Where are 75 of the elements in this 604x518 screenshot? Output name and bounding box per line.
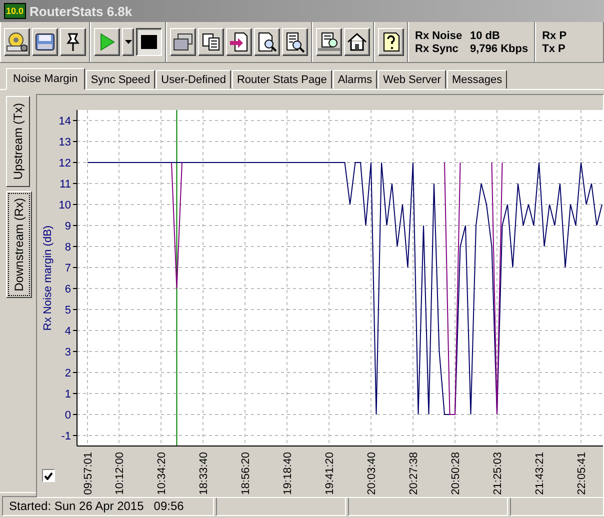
x-tick-label: 10:34:20 xyxy=(156,452,168,495)
x-tick-label: 19:18:40 xyxy=(282,452,294,495)
y-tick-label: 11 xyxy=(60,178,71,190)
copy-button[interactable] xyxy=(198,28,224,56)
x-tick-label: 21:25:03 xyxy=(492,452,504,495)
tab[interactable]: Noise Margin xyxy=(6,68,85,90)
y-tick-label: 2 xyxy=(64,368,71,380)
y-tick-label: 0 xyxy=(64,410,71,422)
readout-label: Tx P xyxy=(542,42,566,54)
copy-icon xyxy=(201,32,221,52)
y-axis-title: Rx Noise margin (dB) xyxy=(42,225,54,331)
help-icon xyxy=(381,31,401,53)
window-title: RouterStats 6.8k xyxy=(30,4,132,18)
x-tick-label: 10:12:00 xyxy=(114,452,126,495)
readout-label: Rx P xyxy=(542,30,568,42)
x-tick-label: 21:43:21 xyxy=(534,452,546,495)
y-tick-label: 9 xyxy=(64,220,71,232)
help-button[interactable] xyxy=(378,28,404,56)
x-tick-label: 09:57:01 xyxy=(82,452,94,495)
y-tick-label: 6 xyxy=(64,284,71,296)
stop-icon xyxy=(141,35,157,49)
y-tick-label: 7 xyxy=(64,262,71,274)
tab[interactable]: Sync Speed xyxy=(86,70,156,89)
y-tick-label: 14 xyxy=(58,116,71,128)
play-icon xyxy=(98,32,116,52)
y-tick-label: 5 xyxy=(64,304,71,316)
readout-value: 10 dB xyxy=(470,30,500,42)
readout-label: Rx Sync xyxy=(415,42,460,54)
zoom-list-icon xyxy=(284,31,306,53)
y-tick-label: 8 xyxy=(64,242,71,254)
zoom-document-icon xyxy=(256,31,278,53)
zoom-report-icon xyxy=(317,31,341,53)
pin-button[interactable] xyxy=(60,28,86,56)
y-tick-label: 3 xyxy=(64,346,71,358)
windows-button[interactable] xyxy=(170,28,196,56)
y-tick-label: 13 xyxy=(58,136,71,148)
x-tick-label: 20:27:38 xyxy=(408,452,420,495)
checkbox[interactable] xyxy=(42,469,55,482)
windows-icon xyxy=(172,32,194,52)
play-button[interactable] xyxy=(94,28,120,56)
disk-button[interactable] xyxy=(32,28,58,56)
readout-value: 9,796 Kbps xyxy=(470,42,528,54)
zoom-doc-button[interactable] xyxy=(254,28,280,56)
x-tick-label: 20:50:28 xyxy=(450,452,462,495)
zoom-report-button[interactable] xyxy=(316,28,342,56)
tab[interactable]: User-Defined xyxy=(156,70,231,89)
caret-icon xyxy=(124,40,132,44)
y-tick-label: -1 xyxy=(61,430,71,442)
document-arrow-icon xyxy=(229,31,249,53)
import-button[interactable] xyxy=(226,28,252,56)
dropdown-button[interactable] xyxy=(122,28,134,56)
stop-button[interactable] xyxy=(136,28,162,56)
x-tick-label: 20:03:40 xyxy=(366,452,378,495)
settings-button[interactable] xyxy=(4,28,30,56)
y-tick-label: 4 xyxy=(64,326,71,338)
readout-label: Rx Noise xyxy=(415,30,464,42)
tab[interactable]: Web Server xyxy=(378,70,446,89)
status-text: Started: Sun 26 Apr 2015 09:56 xyxy=(2,496,214,516)
x-tick-label: 18:33:40 xyxy=(198,452,210,495)
y-tick-label: 10 xyxy=(58,200,71,212)
x-tick-label: 19:41:20 xyxy=(324,452,336,495)
home-button[interactable] xyxy=(344,28,370,56)
y-tick-label: 1 xyxy=(64,388,71,400)
tab[interactable]: Messages xyxy=(446,70,508,89)
side-tab[interactable]: Downstream (Rx) xyxy=(6,190,32,298)
zoom-list-button[interactable] xyxy=(282,28,308,56)
home-icon xyxy=(346,32,368,52)
side-tab[interactable]: Upstream (Tx) xyxy=(6,96,30,187)
x-tick-label: 18:56:20 xyxy=(240,452,252,495)
y-tick-label: 12 xyxy=(58,158,71,170)
x-tick-label: 22:05:41 xyxy=(576,452,588,495)
app-logo: 10.0 xyxy=(4,3,26,19)
tab[interactable]: Alarms xyxy=(332,70,378,89)
pin-icon xyxy=(65,31,81,53)
tab[interactable]: Router Stats Page xyxy=(232,70,332,89)
